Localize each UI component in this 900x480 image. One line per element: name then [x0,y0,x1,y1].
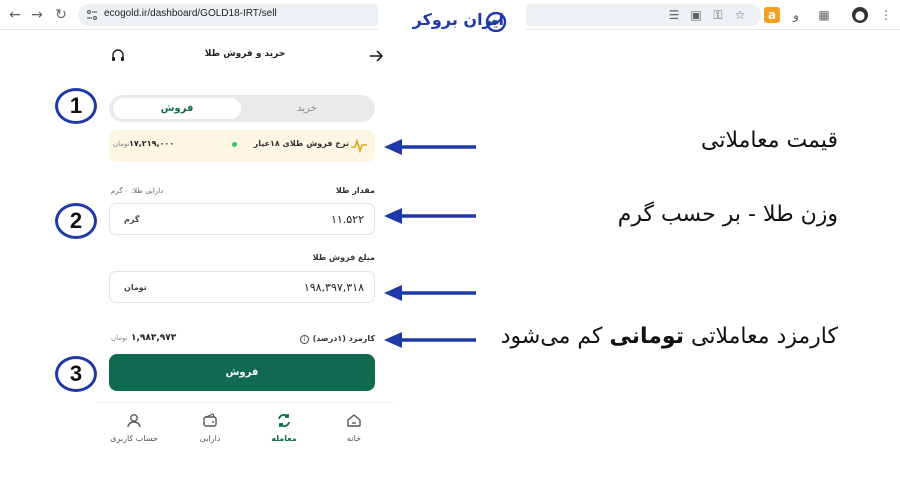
nav-assets-label: دارایی [199,434,221,443]
sell-price-unit: تومان [124,283,147,292]
nav-account-label: حساب کاربری [110,434,158,443]
nav-account[interactable]: حساب کاربری [99,413,169,443]
url-text[interactable]: ecogold.ir/dashboard/GOLD18-IRT/sell [104,8,277,19]
trade-arrows-icon [278,414,290,427]
back-icon[interactable]: ← [6,6,24,24]
extension-a-icon[interactable]: a [764,7,780,23]
wallet-icon [203,413,217,427]
site-settings-icon[interactable] [86,9,98,21]
extension-letter-icon[interactable]: و [788,7,804,23]
note-fee: کارمزد معاملاتی تومانی کم می‌شود [501,324,838,349]
step-marker-1: 1 [55,88,97,124]
sell-button[interactable]: فروش [109,354,375,391]
nav-assets[interactable]: دارایی [175,413,245,443]
gold-holding-label: دارایی طلا: ۰ گرم [111,187,164,195]
nav-home-label: خانه [347,434,361,443]
page-title: خرید و فروش طلا [204,49,286,59]
headphones-icon[interactable] [111,49,125,62]
note-fee-suffix: کم می‌شود [500,324,603,349]
app-header: خرید و فروش طلا [97,40,393,72]
user-icon [127,414,141,428]
live-status-dot [232,142,237,147]
info-icon[interactable]: i [300,335,309,344]
home-icon [347,414,361,427]
note-fee-prefix: کارمزد معاملاتی [691,324,838,349]
reload-icon[interactable]: ↻ [52,6,70,24]
rate-unit: تومان [113,140,130,148]
arrow-left-icon [384,208,476,224]
brand-logo-icon [485,12,507,32]
gold-amount-unit: گرم [124,215,140,224]
note-fee-bold: تومانی [609,324,684,349]
screenshot-root: ← → ↻ ecogold.ir/dashboard/GOLD18-IRT/se… [0,0,900,480]
bookmark-star-icon[interactable]: ☆ [732,7,748,23]
note-trade-price: قیمت معاملاتی [701,128,838,153]
profile-avatar-icon[interactable]: ● [852,7,868,23]
step-marker-3: 3 [55,356,97,392]
fee-value: ۱,۹۸۳,۹۷۳ [131,333,177,343]
nav-trade-label: معامله [271,434,297,443]
translate-icon[interactable]: ☰ [666,7,682,23]
rate-value: ۱۷,۲۱۹,۰۰۰ [129,139,175,148]
fee-label: کارمزد (۱درصد) [312,334,375,343]
sell-gold-app: خرید و فروش طلا فروش خرید نرخ فروش طلای … [97,40,393,460]
bottom-nav: خانه معامله دارایی حساب کاربری [97,402,393,458]
step-marker-2: 2 [55,203,97,239]
tab-sell[interactable]: فروش [113,98,241,119]
pulse-chart-icon [351,138,367,154]
nav-home[interactable]: خانه [319,413,389,443]
gold-amount-label: مقدار طلا [335,186,375,195]
arrow-left-icon [384,332,476,348]
browser-menu-icon[interactable]: ⋮ [878,7,894,23]
install-app-icon[interactable]: ▣ [688,7,704,23]
sell-price-value: ۱۹۸,۳۹۷,۳۱۸ [303,281,364,294]
arrow-left-icon [384,285,476,301]
nav-trade[interactable]: معامله [249,413,319,443]
gold-rate-card: نرخ فروش طلای ۱۸عیار ۱۷,۲۱۹,۰۰۰ تومان [109,130,375,162]
forward-icon[interactable]: → [28,6,46,24]
tab-buy[interactable]: خرید [243,98,371,119]
password-key-icon[interactable]: ⚿ [710,7,726,23]
gold-amount-value: ۱۱.۵۲۲ [330,213,364,226]
sell-price-label: مبلغ فروش طلا [312,253,375,262]
sell-price-input[interactable]: ۱۹۸,۳۹۷,۳۱۸ تومان [109,271,375,303]
arrow-left-icon [384,139,476,155]
rate-label: نرخ فروش طلای ۱۸عیار [253,139,349,148]
note-gold-weight: وزن طلا - بر حسب گرم [617,202,838,227]
extensions-puzzle-icon[interactable]: ▦ [816,7,832,23]
gold-amount-input[interactable]: ۱۱.۵۲۲ گرم [109,203,375,235]
buy-sell-toggle: فروش خرید [109,95,375,122]
fee-unit: تومان [111,334,128,342]
